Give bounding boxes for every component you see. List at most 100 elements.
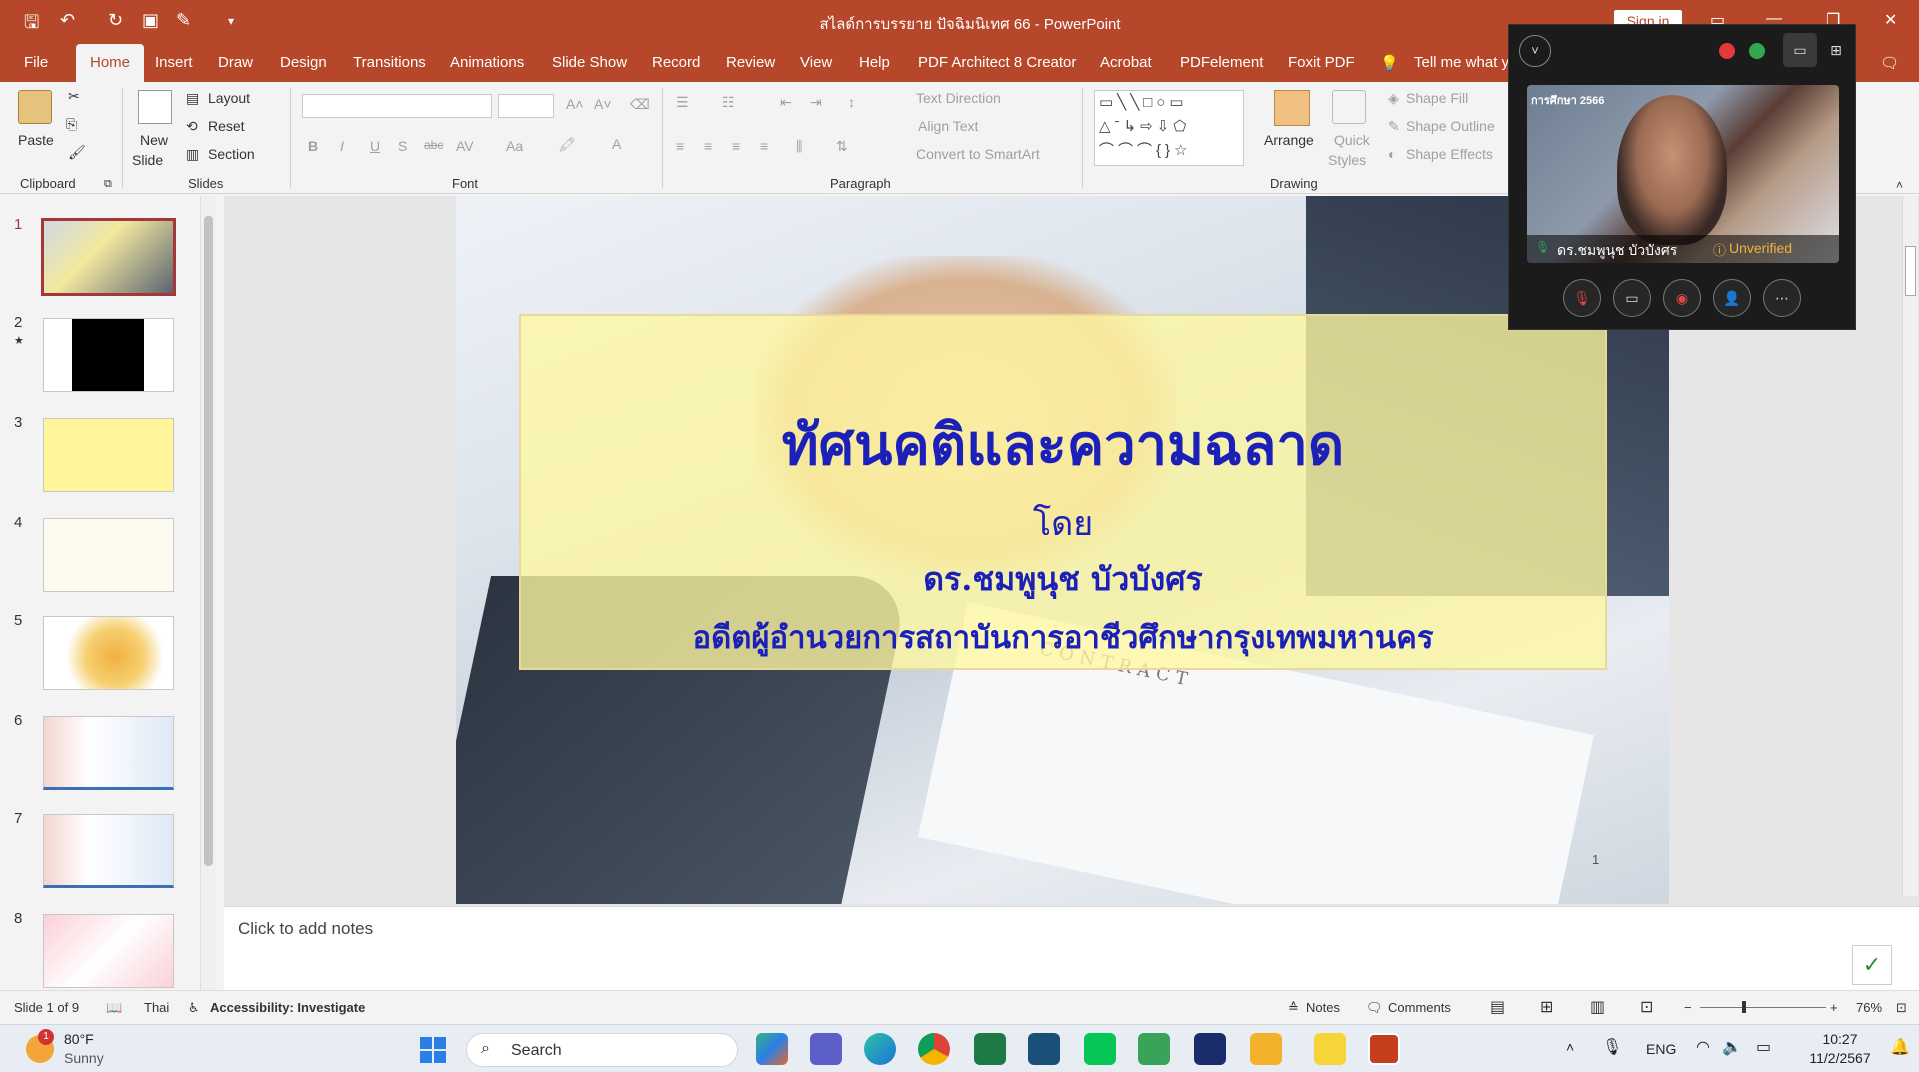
- align-text-button[interactable]: Align Text: [918, 118, 978, 134]
- paste-icon[interactable]: [18, 90, 52, 124]
- tab-home[interactable]: Home: [76, 44, 145, 82]
- new-slide-icon[interactable]: [138, 90, 172, 124]
- tab-insert[interactable]: Insert: [155, 54, 193, 71]
- slide-title-box[interactable]: ทัศนคติและความฉลาด โดย ดร.ชมพูนุช บัวบัง…: [519, 314, 1607, 670]
- text-direction-button[interactable]: Text Direction: [916, 90, 1001, 106]
- canvas-scroll-thumb[interactable]: [1905, 246, 1916, 296]
- camera-app-icon[interactable]: [1028, 1033, 1060, 1065]
- zoom-out-icon[interactable]: −: [1684, 1000, 1692, 1015]
- copy-icon[interactable]: ⎘: [66, 116, 77, 133]
- underline-button[interactable]: U: [370, 138, 380, 154]
- slide-thumbnail-7[interactable]: [43, 814, 174, 888]
- slide-thumbnail-5[interactable]: [43, 616, 174, 690]
- tab-help[interactable]: Help: [859, 54, 890, 71]
- teams-icon[interactable]: [810, 1033, 842, 1065]
- powerpoint-icon[interactable]: [1368, 1033, 1400, 1065]
- justify-icon[interactable]: ≡: [760, 138, 768, 154]
- reset-button[interactable]: Reset: [208, 118, 245, 134]
- chrome-icon[interactable]: [918, 1033, 950, 1065]
- windows-start-icon[interactable]: [420, 1037, 446, 1063]
- reading-view-icon[interactable]: ▥: [1590, 997, 1605, 1017]
- language-indicator[interactable]: Thai: [144, 1000, 169, 1015]
- collapse-call-icon[interactable]: ˅: [1519, 35, 1551, 67]
- edge-icon[interactable]: [864, 1033, 896, 1065]
- columns-icon[interactable]: ⫼: [796, 138, 802, 155]
- chart-app-icon[interactable]: [1138, 1033, 1170, 1065]
- thumbnail-scroll-thumb[interactable]: [204, 216, 213, 866]
- zoom-level[interactable]: 76%: [1856, 1000, 1882, 1015]
- clock-date[interactable]: 11/2/2567: [1800, 1050, 1880, 1066]
- slide-thumbnail-1[interactable]: [41, 218, 176, 296]
- collapse-ribbon-icon[interactable]: ˄: [1896, 178, 1903, 192]
- new-slide-label-2[interactable]: Slide: [132, 152, 163, 168]
- battery-icon[interactable]: ▭: [1756, 1037, 1771, 1057]
- close-icon[interactable]: ✕: [1884, 10, 1897, 30]
- line-icon[interactable]: [1084, 1033, 1116, 1065]
- slide-thumbnail-3[interactable]: [43, 418, 174, 492]
- notes-pane[interactable]: Click to add notes ✓: [224, 906, 1919, 990]
- clock-time[interactable]: 10:27: [1800, 1031, 1880, 1047]
- player-icon[interactable]: [1314, 1033, 1346, 1065]
- input-language[interactable]: ENG: [1646, 1041, 1676, 1057]
- webex-icon[interactable]: [1194, 1033, 1226, 1065]
- comments-button[interactable]: Comments: [1388, 1000, 1451, 1015]
- quick-styles-label-2[interactable]: Styles: [1328, 152, 1366, 168]
- highlight-icon[interactable]: 🖍: [558, 136, 576, 153]
- decrease-font-icon[interactable]: A˅: [594, 96, 612, 112]
- quick-styles-label[interactable]: Quick: [1334, 132, 1370, 148]
- mute-mic-icon[interactable]: 🎙: [1563, 279, 1601, 317]
- align-left-icon[interactable]: ≡: [676, 138, 684, 154]
- tab-design[interactable]: Design: [280, 54, 327, 71]
- slide-thumbnail-4[interactable]: [43, 518, 174, 592]
- shape-outline-button[interactable]: Shape Outline: [1406, 118, 1495, 134]
- shapes-gallery[interactable]: ▭╲╲□○▭ △ˉ↳⇨⇩⬠ ⌒⌒⌒{}☆: [1094, 90, 1244, 166]
- change-case-button[interactable]: Aa: [506, 138, 523, 154]
- slide-thumbnail-6[interactable]: [43, 716, 174, 790]
- increase-indent-icon[interactable]: ⇥: [810, 94, 822, 111]
- tab-foxit-pdf[interactable]: Foxit PDF: [1288, 54, 1355, 71]
- bold-button[interactable]: B: [308, 138, 318, 154]
- more-options-icon[interactable]: ⋯: [1763, 279, 1801, 317]
- numbering-icon[interactable]: ☷: [722, 94, 735, 111]
- increase-font-icon[interactable]: A˄: [566, 96, 584, 112]
- tab-pdf-architect[interactable]: PDF Architect 8 Creator: [918, 54, 1076, 71]
- tab-record[interactable]: Record: [652, 54, 700, 71]
- zoom-slider[interactable]: [1700, 1007, 1826, 1008]
- notes-placeholder[interactable]: Click to add notes: [238, 919, 373, 939]
- layout-button[interactable]: Layout: [208, 90, 250, 106]
- quick-styles-icon[interactable]: [1332, 90, 1366, 124]
- tab-pdfelement[interactable]: PDFelement: [1180, 54, 1263, 71]
- shape-effects-button[interactable]: Shape Effects: [1406, 146, 1493, 162]
- paste-button[interactable]: Paste: [18, 132, 54, 148]
- excel-icon[interactable]: [974, 1033, 1006, 1065]
- slide-show-icon[interactable]: ⊡: [1640, 997, 1653, 1017]
- section-button[interactable]: Section: [208, 146, 255, 162]
- arrange-button[interactable]: Arrange: [1264, 132, 1314, 148]
- grid-view-icon[interactable]: ⊞: [1819, 33, 1853, 67]
- tab-transitions[interactable]: Transitions: [353, 54, 426, 71]
- tab-acrobat[interactable]: Acrobat: [1100, 54, 1152, 71]
- tell-me-search[interactable]: Tell me what y: [1414, 54, 1509, 71]
- arrange-icon[interactable]: [1274, 90, 1310, 126]
- weather-temp[interactable]: 80°F: [64, 1031, 94, 1047]
- new-slide-label[interactable]: New: [140, 132, 168, 148]
- weather-desc[interactable]: Sunny: [64, 1050, 104, 1066]
- slide-sorter-icon[interactable]: ⊞: [1540, 997, 1553, 1017]
- zoom-in-icon[interactable]: +: [1830, 1000, 1838, 1015]
- italic-button[interactable]: I: [340, 138, 344, 154]
- format-painter-icon[interactable]: 🖌: [68, 144, 86, 161]
- copilot-icon[interactable]: [756, 1033, 788, 1065]
- save-icon[interactable]: 🖫: [24, 10, 39, 40]
- slide-thumbnail-8[interactable]: [43, 914, 174, 988]
- volume-icon[interactable]: 🔈: [1722, 1037, 1742, 1057]
- align-right-icon[interactable]: ≡: [732, 138, 740, 154]
- notes-button[interactable]: Notes: [1306, 1000, 1340, 1015]
- tab-file[interactable]: File: [24, 54, 48, 71]
- font-name-combo[interactable]: [302, 94, 492, 118]
- bullets-icon[interactable]: ☰: [676, 94, 689, 111]
- participants-icon[interactable]: 👤: [1713, 279, 1751, 317]
- line-spacing-icon[interactable]: ↕: [848, 94, 855, 110]
- present-icon[interactable]: ▣: [142, 10, 159, 31]
- canvas-scrollbar[interactable]: [1902, 196, 1918, 896]
- font-size-combo[interactable]: [498, 94, 554, 118]
